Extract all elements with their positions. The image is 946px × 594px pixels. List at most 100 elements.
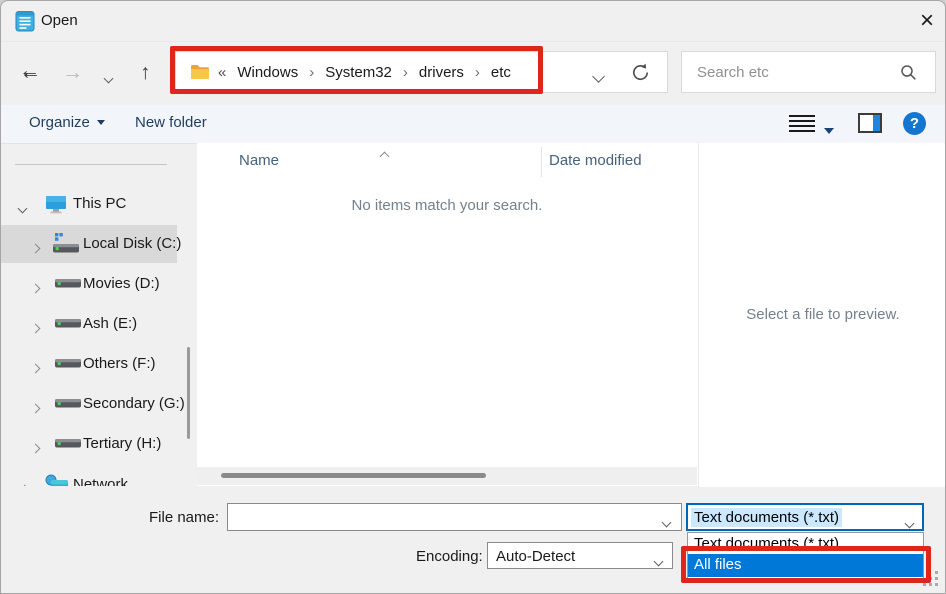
search-icon[interactable] (900, 64, 917, 86)
file-type-selected-value: Text documents (*.txt) (691, 508, 843, 527)
expand-chevron[interactable] (30, 399, 41, 417)
breadcrumb: « Windows › System32 › drivers › etc (218, 52, 511, 92)
breadcrumb-separator-icon: › (474, 63, 480, 81)
chevron-right-icon (30, 363, 41, 374)
breadcrumb-separator-icon: › (309, 63, 315, 81)
sidebar-item-tertiary-h[interactable]: Tertiary (H:) (1, 425, 177, 463)
preview-pane: Select a file to preview. (698, 143, 945, 487)
folder-icon (190, 63, 210, 85)
sidebar-item-label: Others (F:) (83, 355, 156, 372)
expand-chevron[interactable] (17, 199, 28, 217)
sidebar-item-label: Network (73, 476, 129, 486)
help-button[interactable]: ? (903, 112, 926, 135)
file-type-option-text-documents[interactable]: Text documents (*.txt) (688, 533, 923, 554)
expand-chevron[interactable] (19, 480, 30, 486)
view-mode-button[interactable] (789, 114, 815, 133)
horizontal-scrollbar-thumb[interactable] (221, 473, 486, 478)
sidebar-item-network[interactable]: Network (1, 466, 177, 486)
this-pc-icon (45, 195, 67, 219)
search-input[interactable] (682, 52, 935, 92)
close-button[interactable]: × (911, 5, 943, 37)
open-dialog-window: Open × ← ← → ↑ « Windows › System32 › dr… (0, 0, 946, 594)
column-divider[interactable] (541, 147, 542, 177)
expand-chevron[interactable] (30, 439, 41, 457)
encoding-combobox[interactable]: Auto-Detect (487, 542, 673, 569)
file-list-pane: Name Date modified No items match your s… (197, 143, 698, 486)
chevron-down-icon (96, 120, 105, 125)
new-folder-button[interactable]: New folder (135, 114, 207, 131)
horizontal-scrollbar-track[interactable] (197, 467, 697, 485)
sidebar-item-secondary-g[interactable]: Secondary (G:) (1, 385, 185, 423)
list-view-icon (789, 114, 815, 133)
sidebar-item-movies-d[interactable]: Movies (D:) (1, 265, 177, 303)
recent-locations-chevron[interactable] (103, 69, 114, 87)
chevron-down-icon (103, 73, 114, 84)
expand-chevron[interactable] (30, 239, 41, 257)
breadcrumb-segment-etc[interactable]: etc (491, 64, 511, 81)
encoding-label: Encoding: (416, 548, 483, 565)
breadcrumb-overflow[interactable]: « (218, 64, 226, 81)
breadcrumb-separator-icon: › (402, 63, 408, 81)
back-button[interactable]: ← (20, 62, 41, 83)
address-bar[interactable]: « Windows › System32 › drivers › etc (175, 51, 668, 93)
navigation-sidebar: This PC Local Disk (C:) Movies (D:) Ash … (1, 143, 197, 486)
drive-icon (55, 358, 81, 376)
column-header-date-modified[interactable]: Date modified (549, 152, 642, 169)
expand-chevron[interactable] (30, 279, 41, 297)
expand-chevron[interactable] (30, 319, 41, 337)
sidebar-item-local-disk-c[interactable]: Local Disk (C:) (1, 225, 181, 263)
preview-message: Select a file to preview. (746, 306, 900, 323)
chevron-right-icon (30, 403, 41, 414)
expand-chevron[interactable] (30, 359, 41, 377)
file-type-combobox[interactable]: Text documents (*.txt) (686, 503, 924, 531)
breadcrumb-segment-windows[interactable]: Windows (237, 64, 298, 81)
chevron-right-icon (19, 484, 30, 486)
sidebar-item-label: Movies (D:) (83, 275, 160, 292)
title-bar: Open × (1, 1, 945, 42)
view-mode-dropdown[interactable] (824, 121, 834, 139)
file-type-dropdown-list: Text documents (*.txt) All files (687, 532, 924, 579)
chevron-right-icon (30, 283, 41, 294)
file-name-combobox[interactable] (227, 503, 682, 531)
preview-pane-button[interactable] (858, 113, 882, 133)
refresh-icon[interactable] (630, 62, 651, 88)
local-disk-icon (53, 233, 79, 260)
command-toolbar: Organize New folder ? (1, 105, 945, 144)
sidebar-item-ash-e[interactable]: Ash (E:) (1, 305, 177, 343)
breadcrumb-segment-system32[interactable]: System32 (325, 64, 392, 81)
help-icon: ? (903, 112, 926, 135)
column-header-name[interactable]: Name (239, 152, 279, 169)
empty-list-message: No items match your search. (351, 197, 543, 214)
sidebar-item-label: Tertiary (H:) (83, 435, 162, 452)
chevron-down-icon (592, 70, 605, 83)
sidebar-item-label: Secondary (G:) (83, 395, 185, 412)
file-type-option-all-files[interactable]: All files (688, 554, 923, 577)
sidebar-item-this-pc[interactable]: This PC (1, 185, 177, 223)
search-box (681, 51, 936, 93)
drive-icon (55, 438, 81, 456)
drive-icon (55, 278, 81, 296)
chevron-right-icon (30, 243, 41, 254)
sidebar-item-others-f[interactable]: Others (F:) (1, 345, 177, 383)
sidebar-scrollbar[interactable] (187, 347, 190, 439)
sidebar-item-label: This PC (73, 195, 127, 212)
drive-icon (55, 398, 81, 416)
up-button[interactable]: ↑ (140, 62, 151, 83)
address-dropdown-chevron[interactable] (592, 68, 605, 86)
chevron-down-icon[interactable] (661, 513, 672, 531)
sidebar-item-label: Ash (E:) (83, 315, 138, 332)
preview-pane-icon (873, 115, 880, 131)
chevron-down-icon (824, 128, 834, 134)
forward-button[interactable]: → (62, 62, 83, 83)
chevron-right-icon (30, 323, 41, 334)
breadcrumb-segment-drivers[interactable]: drivers (419, 64, 464, 81)
organize-button[interactable]: Organize (29, 114, 105, 131)
drive-icon (55, 318, 81, 336)
sidebar-divider (15, 164, 167, 165)
chevron-down-icon[interactable] (904, 514, 915, 532)
notepad-icon (15, 10, 35, 37)
chevron-down-icon (17, 203, 28, 214)
file-name-input[interactable] (228, 504, 681, 530)
file-name-label: File name: (149, 509, 220, 526)
chevron-down-icon[interactable] (653, 552, 664, 570)
